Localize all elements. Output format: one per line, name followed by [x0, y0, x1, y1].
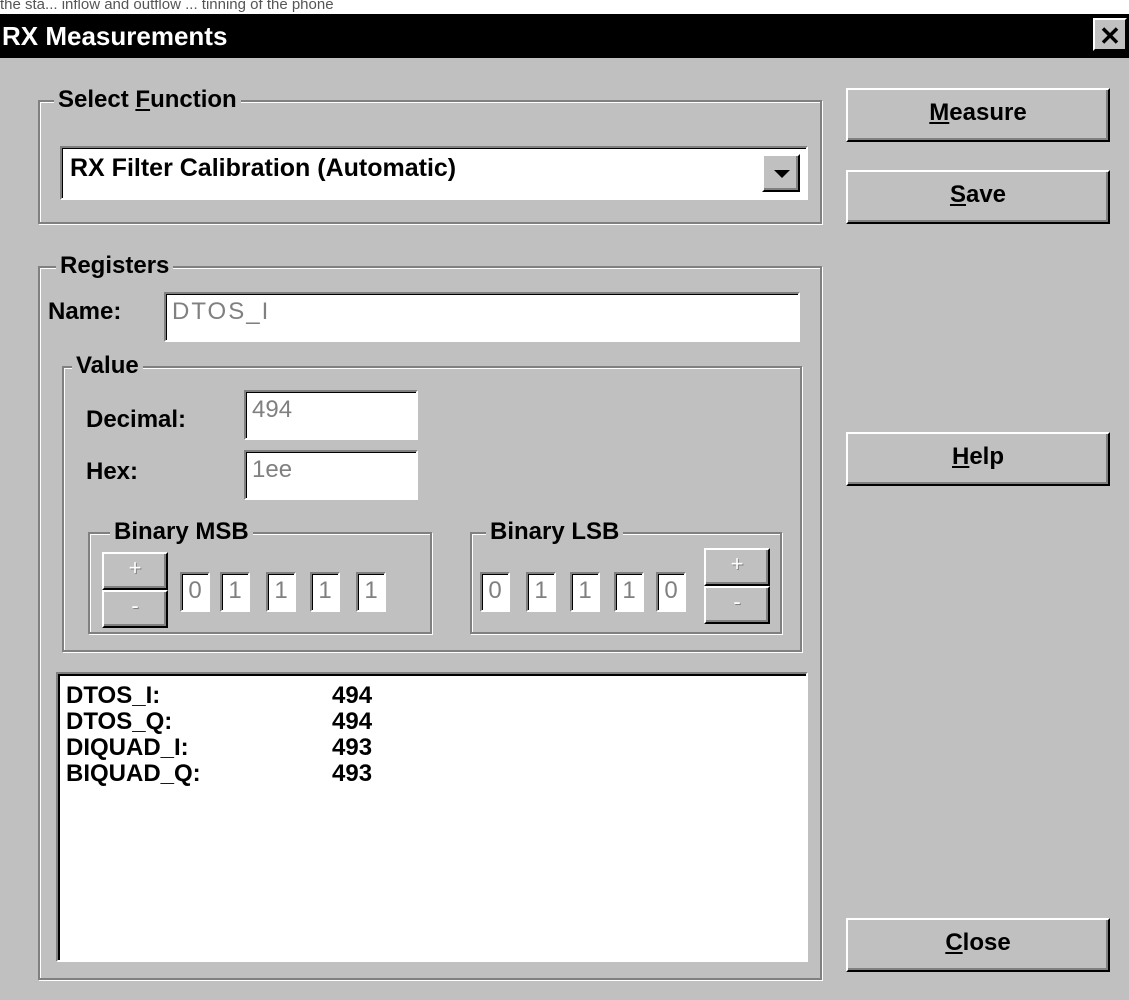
value-legend: Value — [72, 352, 143, 380]
list-item[interactable]: DTOS_I: 494 — [66, 682, 372, 710]
msb-bit-2[interactable]: 1 — [266, 572, 296, 612]
plus-icon: + — [128, 555, 142, 580]
registers-legend: Registers — [56, 252, 174, 280]
lsb-decrement-button[interactable]: - — [704, 586, 770, 624]
function-select-value: RX Filter Calibration (Automatic) — [70, 154, 457, 182]
hex-field[interactable]: 1ee — [244, 450, 418, 500]
lsb-increment-button[interactable]: + — [704, 548, 770, 586]
minus-icon: - — [131, 593, 139, 618]
list-item[interactable]: DIQUAD_I: 493 — [66, 734, 372, 762]
name-label: Name: — [48, 298, 122, 325]
register-name-field[interactable]: DTOS_I — [164, 292, 800, 342]
lsb-bit-4[interactable]: 0 — [480, 572, 510, 612]
msb-bit-0[interactable]: 1 — [356, 572, 386, 612]
background-document-text: the sta... inflow and outflow ... tinnin… — [0, 0, 334, 13]
register-results-list[interactable]: DTOS_I: 494 DTOS_Q: 494 DIQUAD_I: 493 BIQUA… — [56, 672, 808, 962]
measure-button[interactable]: Measure — [846, 88, 1110, 142]
msb-bit-3[interactable]: 1 — [220, 572, 250, 612]
save-button[interactable]: Save — [846, 170, 1110, 224]
lsb-bit-3[interactable]: 1 — [526, 572, 556, 612]
help-button[interactable]: Help — [846, 432, 1110, 486]
minus-icon: - — [733, 589, 741, 614]
msb-bit-4[interactable]: 0 — [180, 572, 210, 612]
close-button[interactable]: Close — [846, 918, 1110, 972]
register-name-value: DTOS_I — [172, 298, 271, 325]
list-item[interactable]: BIQUAD_Q: 493 — [66, 760, 372, 788]
lsb-bit-2[interactable]: 1 — [570, 572, 600, 612]
select-function-legend: Select Function — [54, 86, 241, 114]
decimal-field[interactable]: 494 — [244, 390, 418, 440]
lsb-bit-1[interactable]: 1 — [614, 572, 644, 612]
window-title: RX Measurements — [2, 21, 228, 51]
list-item[interactable]: DTOS_Q: 494 — [66, 708, 372, 736]
close-window-button[interactable]: ✕ — [1093, 18, 1127, 51]
hex-value: 1ee — [252, 456, 293, 483]
function-select[interactable]: RX Filter Calibration (Automatic) — [60, 146, 808, 200]
binary-msb-legend: Binary MSB — [110, 518, 253, 546]
hex-label: Hex: — [86, 458, 139, 485]
decimal-value: 494 — [252, 396, 293, 423]
msb-bit-1[interactable]: 1 — [310, 572, 340, 612]
decimal-label: Decimal: — [86, 406, 187, 433]
chevron-down-icon — [774, 170, 790, 178]
msb-increment-button[interactable]: + — [102, 552, 168, 590]
lsb-bit-0[interactable]: 0 — [656, 572, 686, 612]
window-title-bar[interactable]: RX Measurements — [0, 14, 1129, 58]
msb-decrement-button[interactable]: - — [102, 590, 168, 628]
binary-lsb-legend: Binary LSB — [486, 518, 624, 546]
close-icon: ✕ — [1099, 21, 1121, 51]
plus-icon: + — [730, 551, 744, 576]
dropdown-button[interactable] — [762, 154, 800, 192]
